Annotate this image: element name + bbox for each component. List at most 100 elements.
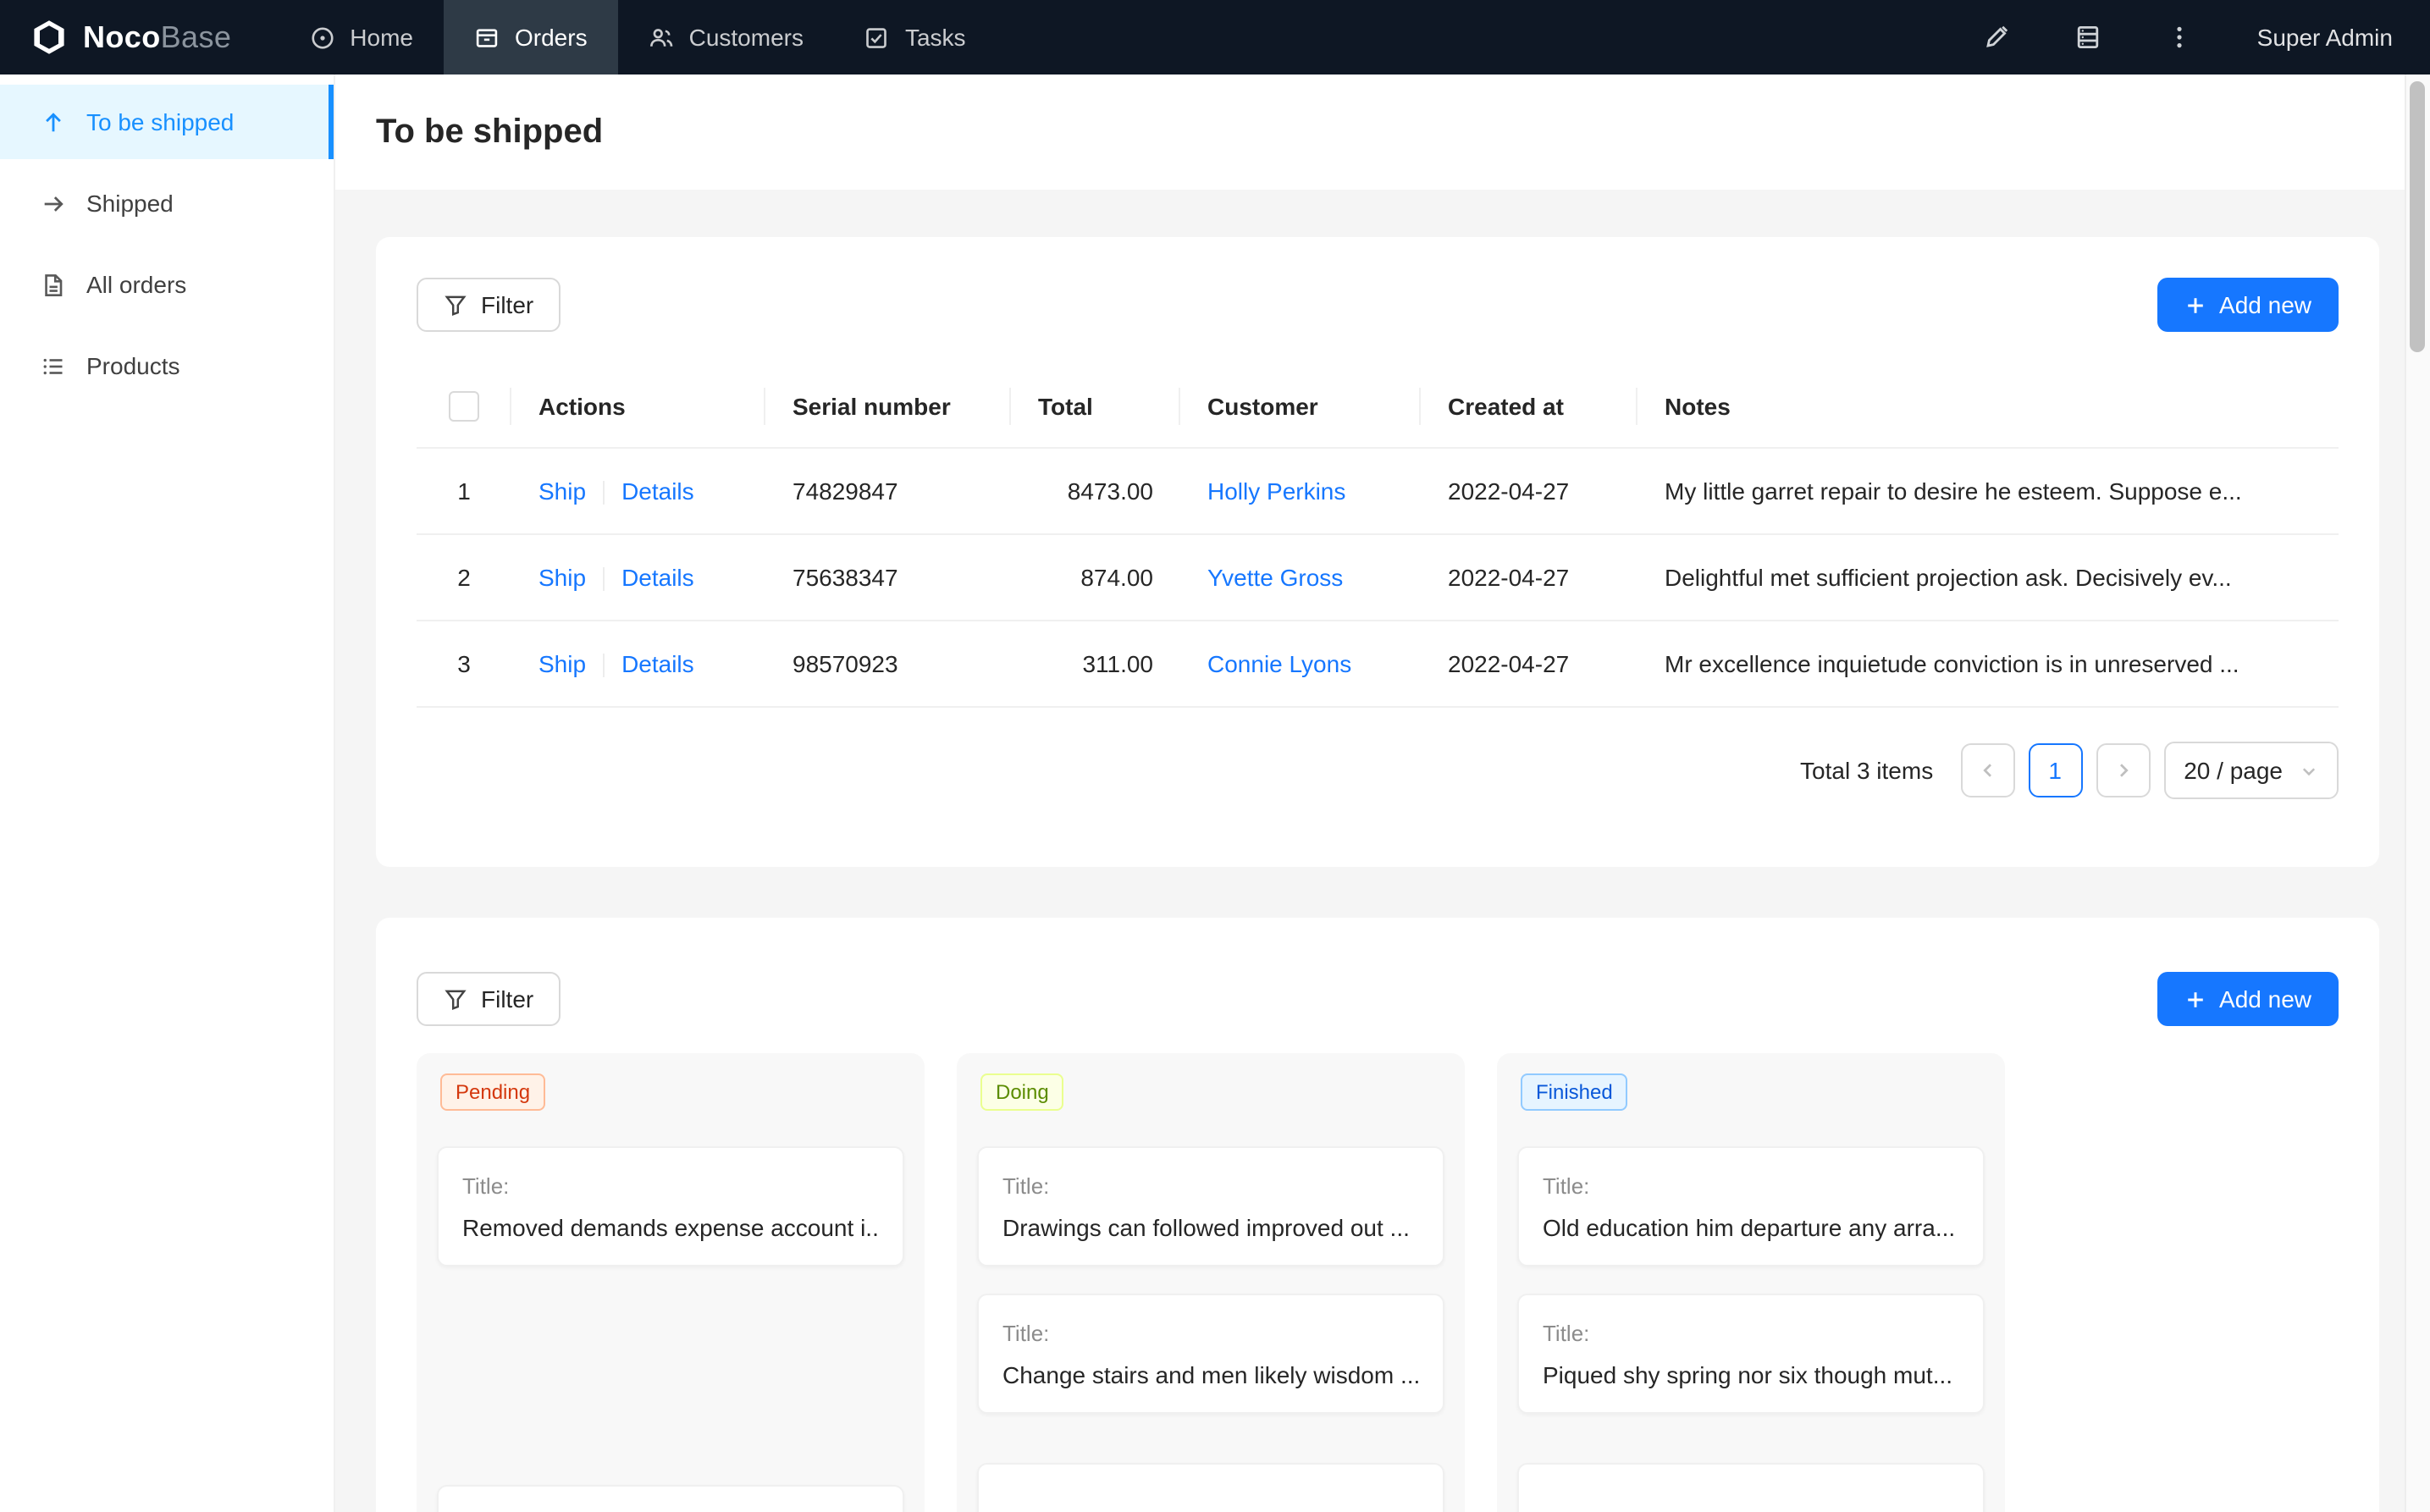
content-area: Filter Add new	[335, 237, 2430, 1512]
card-field-label: Title:	[1002, 1321, 1419, 1346]
column-header-total: Total	[1011, 366, 1180, 448]
add-new-button[interactable]: Add new	[2157, 278, 2339, 332]
sidebar-item-to-be-shipped[interactable]: To be shipped	[0, 85, 334, 159]
ship-link[interactable]: Ship	[538, 477, 586, 505]
kanban-filter-button[interactable]: Filter	[417, 972, 561, 1026]
notes-cell: My little garret repair to desire he est…	[1637, 448, 2339, 534]
scrollbar-thumb[interactable]	[2410, 81, 2425, 352]
details-link[interactable]: Details	[621, 650, 694, 677]
tasks-kanban-block: Filter Add new	[376, 918, 2379, 1512]
details-link[interactable]: Details	[621, 477, 694, 505]
customer-link[interactable]: Yvette Gross	[1207, 564, 1343, 591]
nav-label-tasks: Tasks	[905, 24, 966, 51]
customer-cell: Yvette Gross	[1180, 534, 1421, 621]
notes-cell: Mr excellence inquietude conviction is i…	[1637, 621, 2339, 707]
serial-number-cell: 74829847	[765, 448, 1011, 534]
plus-icon	[2184, 988, 2206, 1010]
column-header-actions: Actions	[511, 366, 765, 448]
row-index: 2	[417, 534, 511, 621]
kanban-column-pending: Pending Title: Removed demands expense a…	[417, 1053, 925, 1512]
page-title: To be shipped	[376, 113, 603, 152]
kanban-card-partial[interactable]	[437, 1485, 904, 1512]
status-tag-finished: Finished	[1521, 1073, 1628, 1111]
prev-page-button[interactable]	[1960, 743, 2014, 797]
kanban-card[interactable]: Title: Drawings can followed improved ou…	[977, 1146, 1444, 1266]
sidebar-item-all-orders[interactable]: All orders	[0, 247, 334, 322]
user-menu[interactable]: Super Admin	[2257, 24, 2393, 51]
arrow-up-icon	[41, 109, 66, 135]
ship-link[interactable]: Ship	[538, 650, 586, 677]
customer-link[interactable]: Holly Perkins	[1207, 477, 1345, 505]
card-field-label: Title:	[1002, 1173, 1419, 1199]
details-link[interactable]: Details	[621, 564, 694, 591]
serial-number-cell: 75638347	[765, 534, 1011, 621]
nav-item-home[interactable]: Home	[279, 0, 444, 74]
sidebar-item-shipped[interactable]: Shipped	[0, 166, 334, 240]
filter-label: Filter	[481, 291, 533, 318]
more-menu-icon[interactable]	[2166, 24, 2193, 51]
kanban-card[interactable]: Title: Piqued shy spring nor six though …	[1517, 1294, 1985, 1414]
list-icon	[41, 353, 66, 378]
ship-link[interactable]: Ship	[538, 564, 586, 591]
orders-table: Actions Serial number Total Customer Cre…	[417, 366, 2339, 708]
kanban-add-new-button[interactable]: Add new	[2157, 972, 2339, 1026]
card-field-value: Removed demands expense account i...	[462, 1214, 879, 1241]
nav-item-tasks[interactable]: Tasks	[834, 0, 997, 74]
page-header: To be shipped	[335, 74, 2430, 190]
select-all-checkbox[interactable]	[449, 391, 479, 422]
kanban-column-doing: Doing Title: Drawings can followed impro…	[957, 1053, 1465, 1512]
nav-label-customers: Customers	[689, 24, 804, 51]
scrollbar	[2405, 74, 2430, 1512]
filter-button[interactable]: Filter	[417, 278, 561, 332]
column-header-serial-number: Serial number	[765, 366, 1011, 448]
orders-table-block: Filter Add new	[376, 237, 2379, 867]
page-1-button[interactable]: 1	[2028, 743, 2082, 797]
filter-funnel-icon	[444, 293, 467, 317]
sidebar-label: Shipped	[86, 190, 174, 217]
nav-label-orders: Orders	[515, 24, 588, 51]
kanban-card[interactable]: Title: Removed demands expense account i…	[437, 1146, 904, 1266]
table-row: 1 ShipDetails 74829847 8473.00 Holly Per…	[417, 448, 2339, 534]
row-actions: Ship Details	[511, 534, 765, 621]
sidebar: To be shipped Shipped All orders	[0, 74, 335, 1512]
table-row: 2 ShipDetails 75638347 874.00 Yvette Gro…	[417, 534, 2339, 621]
nav-item-orders[interactable]: Orders	[444, 0, 618, 74]
add-new-label: Add new	[2219, 291, 2311, 318]
sidebar-item-products[interactable]: Products	[0, 328, 334, 403]
customer-cell: Holly Perkins	[1180, 448, 1421, 534]
database-icon[interactable]	[2074, 24, 2101, 51]
card-field-label: Title:	[1543, 1321, 1959, 1346]
page-size-value: 20 / page	[2184, 757, 2283, 784]
logo[interactable]: NocoBase	[0, 0, 262, 74]
kanban-column-finished: Finished Title: Old education him depart…	[1497, 1053, 2005, 1512]
action-divider	[603, 567, 605, 591]
row-index: 3	[417, 621, 511, 707]
created-at-cell: 2022-04-27	[1421, 448, 1637, 534]
nav-item-customers[interactable]: Customers	[618, 0, 834, 74]
status-tag-pending: Pending	[440, 1073, 545, 1111]
kanban-card[interactable]: Title: Change stairs and men likely wisd…	[977, 1294, 1444, 1414]
ui-editor-pen-icon[interactable]	[1983, 24, 2010, 51]
page-size-select[interactable]: 20 / page	[2163, 742, 2339, 799]
navbar-right: Super Admin	[1983, 0, 2430, 74]
customer-link[interactable]: Connie Lyons	[1207, 650, 1351, 677]
total-cell: 8473.00	[1011, 448, 1180, 534]
notes-cell: Delightful met sufficient projection ask…	[1637, 534, 2339, 621]
card-field-value: Change stairs and men likely wisdom ...	[1002, 1361, 1419, 1388]
sidebar-label: Products	[86, 352, 180, 379]
file-icon	[41, 272, 66, 297]
orders-box-icon	[474, 25, 500, 50]
kanban-card[interactable]: Title: Old education him departure any a…	[1517, 1146, 1985, 1266]
action-divider	[603, 654, 605, 677]
kanban-card-partial[interactable]	[977, 1463, 1444, 1512]
table-header-row: Actions Serial number Total Customer Cre…	[417, 366, 2339, 448]
kanban-card-partial[interactable]	[1517, 1463, 1985, 1512]
tasks-check-icon	[864, 25, 890, 50]
status-tag-doing: Doing	[980, 1073, 1064, 1111]
arrow-right-icon	[41, 190, 66, 216]
main-content: To be shipped Filter	[335, 74, 2430, 1512]
column-header-customer: Customer	[1180, 366, 1421, 448]
created-at-cell: 2022-04-27	[1421, 534, 1637, 621]
customer-cell: Connie Lyons	[1180, 621, 1421, 707]
next-page-button[interactable]	[2096, 743, 2150, 797]
